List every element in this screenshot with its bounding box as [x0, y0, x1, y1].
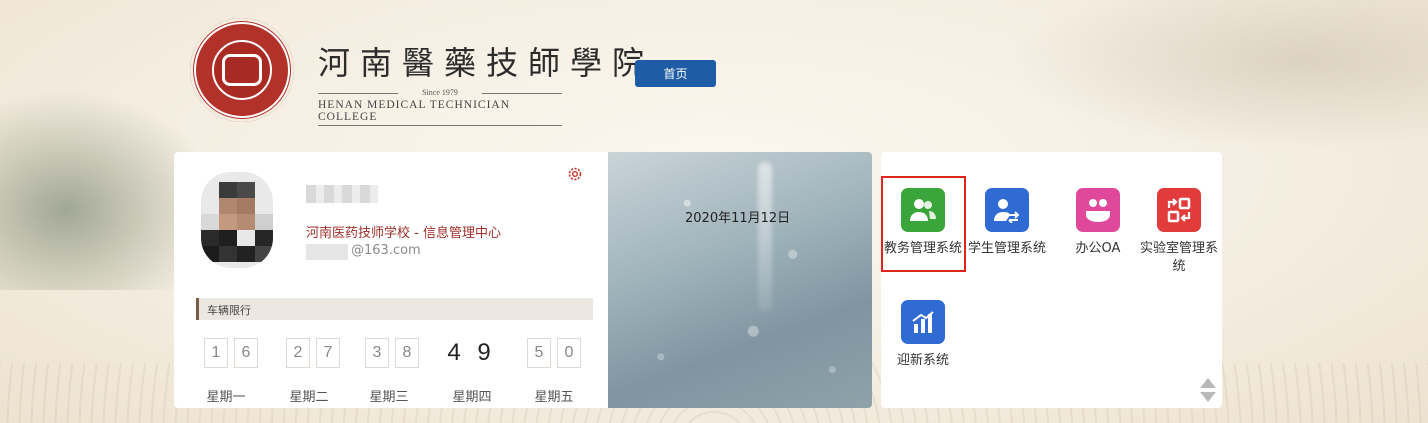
app-lab-management[interactable]: 实验室管理系统: [1137, 188, 1221, 276]
plate-digit: 8: [395, 338, 419, 368]
plate-digits-tue: 2 7: [286, 338, 340, 368]
avatar: [201, 172, 273, 268]
user-email: @163.com: [351, 243, 421, 258]
meeting-icon: [1076, 188, 1120, 232]
scroll-up-down-icon[interactable]: [1199, 376, 1217, 404]
plate-digit: 2: [286, 338, 310, 368]
nav-home-button[interactable]: 首页: [635, 60, 716, 87]
plate-digit: 5: [527, 338, 551, 368]
plate-digit: 9: [477, 339, 491, 366]
school-logo: [190, 18, 294, 122]
user-card: 河南医药技师学校 - 信息管理中心 @163.com 车辆限行 1 6 2 7 …: [174, 152, 608, 408]
day-label: 星期五: [534, 390, 574, 405]
plate-digit: 6: [234, 338, 258, 368]
school-since: Since 1979: [318, 88, 562, 97]
day-label: 星期四: [452, 390, 492, 405]
plate-digits-mon: 1 6: [204, 338, 258, 368]
day-label: 星期三: [369, 390, 409, 405]
plate-digit: 3: [365, 338, 389, 368]
school-name-en: HENAN MEDICAL TECHNICIAN COLLEGE: [318, 99, 562, 126]
app-freshman-enrollment[interactable]: 迎新系统: [881, 300, 965, 370]
background-mountains-right: [1008, 0, 1428, 150]
app-label: 迎新系统: [896, 353, 949, 368]
bar-chart-icon: [901, 300, 945, 344]
rain-streak: [758, 162, 772, 312]
plate-digits-fri: 5 0: [527, 338, 581, 368]
selection-highlight: [881, 176, 966, 272]
app-label: 办公OA: [1075, 241, 1121, 256]
app-office-oa[interactable]: 办公OA: [1056, 188, 1140, 258]
plate-digits-thu: 4 9: [442, 338, 496, 368]
user-name-redacted: [306, 185, 378, 203]
user-email-redacted: [306, 244, 348, 260]
user-exchange-icon: [985, 188, 1029, 232]
plate-digits-wed: 3 8: [365, 338, 419, 368]
plate-digit: 4: [447, 339, 461, 366]
plate-digit: 0: [557, 338, 581, 368]
app-label: 实验室管理系统: [1139, 241, 1218, 274]
user-organization: 河南医药技师学校 - 信息管理中心: [306, 226, 501, 241]
traffic-restriction-header: 车辆限行: [196, 298, 593, 320]
apps-panel: 教务管理系统 学生管理系统 办公OA 实验室管理系统 迎新系统: [881, 152, 1222, 408]
app-label: 学生管理系统: [967, 241, 1046, 256]
current-date: 2020年11月12日: [685, 211, 791, 226]
lab-swap-icon: [1157, 188, 1201, 232]
day-label: 星期二: [289, 390, 329, 405]
school-name-cn: 河南醫藥技師學院: [318, 44, 655, 82]
plate-digit: 7: [316, 338, 340, 368]
plate-digit: 1: [204, 338, 228, 368]
traffic-restriction-title: 车辆限行: [207, 304, 251, 317]
day-label: 星期一: [206, 390, 246, 405]
app-student-management[interactable]: 学生管理系统: [965, 188, 1049, 258]
school-name-block: 河南醫藥技師學院 Since 1979 HENAN MEDICAL TECHNI…: [318, 38, 654, 126]
gear-icon[interactable]: [567, 166, 583, 182]
weather-panel: 2020年11月12日: [608, 152, 872, 408]
